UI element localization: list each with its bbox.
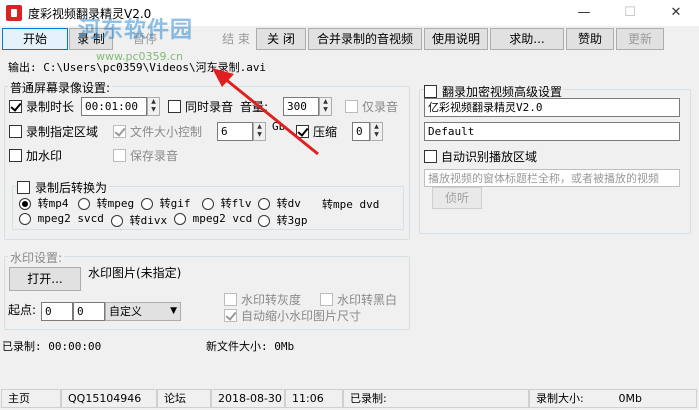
origin-label: 起点: [8, 303, 37, 317]
convert-option-3gp[interactable]: 转3gp [258, 212, 308, 228]
volume-spinner[interactable]: ▲ ▼ [319, 97, 332, 116]
record-region-checkbox[interactable] [9, 124, 22, 138]
status-forum-link[interactable]: 论坛 [157, 389, 211, 408]
size-spinner[interactable]: ▲ ▼ [253, 122, 266, 141]
auto-detect-label: 自动识别播放区域 [441, 150, 538, 164]
end-button[interactable]: 结 束 [216, 28, 256, 50]
save-audio-label: 保存录音 [130, 149, 179, 163]
help-manual-button[interactable]: 使用说明 [424, 28, 488, 50]
minimize-button[interactable]: — [561, 0, 607, 26]
donate-button[interactable]: 赞助 [566, 28, 614, 50]
duration-spinner[interactable]: ▲ ▼ [147, 97, 160, 116]
record-duration-checkbox[interactable] [9, 99, 22, 113]
status-record-size-value: 0Mb [618, 392, 642, 405]
record-duration-label: 录制时长 [26, 100, 75, 114]
convert-option-mp4[interactable]: 转mp4 [19, 195, 69, 211]
position-mode-select[interactable]: 自定义 ▼ [105, 302, 181, 321]
convert-option-dv[interactable]: 转dv [258, 195, 301, 211]
auto-shrink-checkbox[interactable] [224, 308, 237, 322]
to-bw-label: 水印转黑白 [337, 293, 398, 307]
ask-help-button[interactable]: 求助... [490, 28, 564, 50]
new-file-size-label: 新文件大小: [206, 340, 268, 353]
status-time: 11:06 [285, 389, 343, 408]
audio-only-label: 仅录音 [362, 100, 399, 114]
compress-input[interactable]: 0 [352, 122, 370, 141]
to-gray-checkbox[interactable] [224, 292, 237, 306]
status-date: 2018-08-30 [211, 389, 285, 408]
open-watermark-button[interactable]: 打开... [9, 267, 81, 291]
convert-option-mpeg2-svcd[interactable]: mpeg2 svcd [19, 212, 104, 225]
status-qq[interactable]: QQ15104946 [61, 389, 157, 408]
normal-settings-title: 普通屏幕录像设置: [8, 79, 113, 96]
status-recorded-label: 已录制: [350, 392, 387, 405]
close-window-button[interactable]: ✕ [653, 0, 699, 26]
app-name-input[interactable]: 亿彩视频翻录精灵V2.0 [424, 98, 680, 117]
volume-label: 音量: [240, 100, 269, 114]
to-gray-label: 水印转灰度 [241, 293, 302, 307]
add-watermark-checkbox[interactable] [9, 148, 22, 162]
close-button[interactable]: 关 闭 [256, 28, 306, 50]
file-size-control-checkbox[interactable] [113, 124, 126, 138]
recorded-progress-label: 已录制: [2, 340, 42, 353]
new-file-size: 新文件大小: 0Mb [206, 338, 294, 354]
new-file-size-value: 0Mb [274, 340, 295, 353]
auto-detect-checkbox[interactable] [424, 149, 437, 163]
origin-x-input[interactable]: 0 [41, 302, 73, 321]
app-icon [6, 5, 22, 21]
watermark-settings-title: 水印设置: [8, 249, 65, 266]
to-bw-checkbox[interactable] [320, 292, 333, 306]
output-path-line: 输出: C:\Users\pc0359\Videos\河东录制.avi [8, 59, 266, 75]
update-button[interactable]: 更新 [616, 28, 664, 50]
watermark-image-status: 水印图片(未指定) [88, 266, 182, 280]
convert-checkbox[interactable] [17, 180, 33, 194]
convert-option-mpe-dvd[interactable]: 转mpe dvd [322, 196, 379, 212]
compress-checkbox[interactable] [296, 124, 309, 138]
convert-option-mpeg2-vcd[interactable]: mpeg2 vcd [174, 212, 252, 225]
status-record-size: 录制大小: 0Mb [529, 389, 697, 408]
size-unit: Gb [272, 120, 286, 133]
convert-option-mpeg[interactable]: 转mpeg [78, 195, 134, 211]
recorded-progress-value: 00:00:00 [48, 340, 102, 353]
save-audio-checkbox[interactable] [113, 148, 126, 162]
add-watermark-label: 加水印 [26, 149, 63, 163]
sync-audio-label: 同时录音 [185, 100, 234, 114]
convert-option-divx[interactable]: 转divx [111, 212, 167, 228]
recorded-progress: 已录制: 00:00:00 [2, 338, 101, 354]
status-recorded: 已录制: [343, 389, 529, 408]
advanced-settings-checkbox[interactable] [424, 84, 440, 98]
default-input[interactable]: Default [424, 122, 680, 141]
convert-option-gif[interactable]: 转gif [141, 195, 191, 211]
compress-label: 压缩 [313, 125, 338, 139]
origin-y-input[interactable]: 0 [73, 302, 105, 321]
duration-input[interactable]: 00:01:00 [81, 97, 147, 116]
status-home-link[interactable]: 主页 [1, 389, 61, 408]
auto-shrink-label: 自动缩小水印图片尺寸 [241, 309, 362, 323]
volume-input[interactable]: 300 [283, 97, 319, 116]
window-title-input[interactable]: 播放视频的窗体标题栏全称，或者被播放的视频 [424, 169, 680, 187]
merge-audio-video-button[interactable]: 合并录制的音视频 [308, 28, 422, 50]
audio-only-checkbox[interactable] [345, 99, 358, 113]
maximize-button[interactable]: ☐ [607, 0, 653, 26]
status-record-size-label: 录制大小: [536, 392, 584, 405]
convert-option-flv[interactable]: 转flv [202, 195, 252, 211]
sync-audio-checkbox[interactable] [168, 99, 181, 113]
start-button[interactable]: 开始 [2, 28, 68, 50]
convert-title: 录制后转换为 [33, 179, 110, 196]
detect-button[interactable]: 侦听 [432, 187, 482, 209]
output-path[interactable]: C:\Users\pc0359\Videos\河东录制.avi [43, 61, 266, 74]
record-region-label: 录制指定区域 [26, 125, 99, 139]
file-size-control-label: 文件大小控制 [130, 125, 203, 139]
output-label: 输出: [8, 61, 37, 74]
compress-spinner[interactable]: ▲ ▼ [370, 122, 383, 141]
site-watermark: 河东软件园 [78, 18, 194, 43]
size-input[interactable]: 6 [217, 122, 253, 141]
